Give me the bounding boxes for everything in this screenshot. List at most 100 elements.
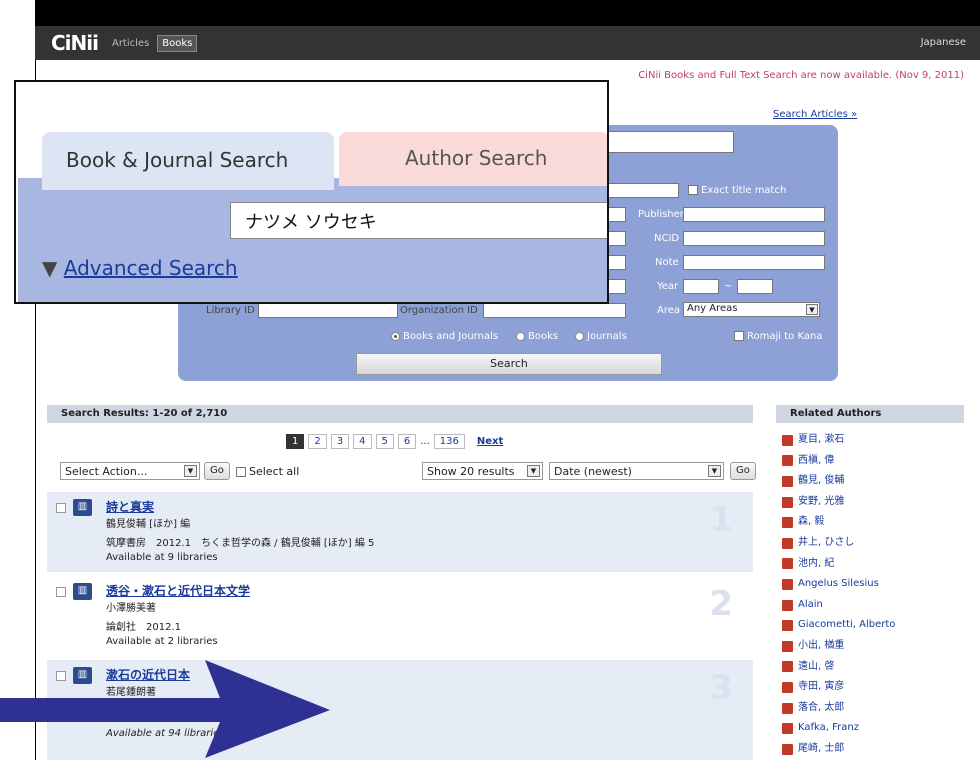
library-id-label: Library ID — [206, 305, 255, 316]
select-action-dropdown[interactable]: Select Action... ▼ — [60, 462, 200, 480]
romaji-label: Romaji to Kana — [747, 331, 823, 342]
field-a[interactable] — [608, 207, 626, 222]
author-item[interactable]: 遠山, 啓 — [782, 657, 895, 678]
page-6[interactable]: 6 — [397, 434, 417, 449]
callout-background — [18, 178, 607, 302]
person-icon — [782, 702, 793, 714]
result-item: ▥ 透谷・漱石と近代日本文学 小澤勝美著 論創社 2012.1 Availabl… — [47, 576, 753, 656]
person-icon — [782, 517, 793, 529]
search-button[interactable]: Search — [356, 353, 662, 375]
tab-book-journal-search[interactable]: Book & Journal Search — [42, 132, 334, 190]
person-icon — [782, 475, 793, 487]
related-authors-header: Related Authors — [776, 405, 964, 423]
author-item[interactable]: 井上, ひさし — [782, 533, 895, 554]
note-label: Note — [655, 257, 679, 268]
ncid-field[interactable] — [683, 231, 825, 246]
romaji-checkbox[interactable] — [734, 331, 744, 341]
next-page-link[interactable]: Next — [477, 436, 503, 447]
sort-dropdown[interactable]: Date (newest) ▼ — [549, 462, 724, 480]
advanced-search-toggle[interactable]: ▼ Advanced Search — [42, 256, 238, 280]
author-item[interactable]: 夏目, 漱石 — [782, 430, 895, 451]
sort-go-button[interactable]: Go — [730, 462, 756, 480]
radio-books-journals[interactable] — [391, 331, 400, 341]
exact-title-label: Exact title match — [701, 185, 787, 196]
field-c[interactable] — [608, 255, 626, 270]
dropdown-arrow-icon: ▼ — [184, 465, 197, 477]
author-item[interactable]: 落合, 太郎 — [782, 698, 895, 719]
item-number: 3 — [709, 668, 733, 708]
author-item[interactable]: 池内, 紀 — [782, 554, 895, 575]
author-item[interactable]: Giacometti, Alberto — [782, 615, 895, 636]
library-id-field[interactable] — [258, 303, 398, 318]
person-icon — [782, 723, 793, 735]
item-checkbox[interactable] — [56, 587, 66, 597]
page-3[interactable]: 3 — [330, 434, 350, 449]
publisher-label: Publisher — [638, 209, 684, 220]
field-d[interactable] — [608, 279, 626, 294]
related-authors-list: 夏目, 漱石 西槇, 偉 鶴見, 俊輔 安野, 光雅 森, 毅 井上, ひさし … — [782, 430, 895, 760]
ncid-label: NCID — [654, 233, 680, 244]
radio-books[interactable] — [516, 331, 525, 341]
results-count-dropdown[interactable]: Show 20 results ▼ — [422, 462, 543, 480]
notice-text: CiNii Books and Full Text Search are now… — [638, 70, 964, 81]
nav-articles-link[interactable]: Articles — [112, 38, 149, 49]
year-to-field[interactable] — [737, 279, 773, 294]
page-ellipsis: ... — [420, 436, 430, 447]
select-all[interactable]: Select all — [236, 465, 299, 478]
person-icon — [782, 496, 793, 508]
person-icon — [782, 434, 793, 446]
book-icon: ▥ — [73, 583, 92, 600]
language-link[interactable]: Japanese — [921, 37, 966, 48]
page-1[interactable]: 1 — [286, 434, 305, 449]
item-availability: Available at 9 libraries — [106, 552, 218, 563]
radio-books-label: Books — [528, 331, 559, 342]
select-all-checkbox[interactable] — [236, 467, 246, 477]
person-icon — [782, 455, 793, 467]
year-sep: ~ — [724, 281, 733, 292]
author-item[interactable]: 小出, 楢重 — [782, 636, 895, 657]
author-item[interactable]: 森, 毅 — [782, 512, 895, 533]
author-item[interactable]: Alain — [782, 595, 895, 616]
annotation-arrow-icon — [0, 660, 330, 758]
author-item[interactable]: Kafka, Franz — [782, 718, 895, 739]
dropdown-arrow-icon: ▼ — [527, 465, 540, 477]
top-bar — [0, 0, 980, 26]
field-b[interactable] — [608, 231, 626, 246]
note-field[interactable] — [683, 255, 825, 270]
author-item[interactable]: 鶴見, 俊輔 — [782, 471, 895, 492]
tab-author-search[interactable]: Author Search — [339, 132, 607, 186]
action-go-button[interactable]: Go — [204, 462, 230, 480]
author-item[interactable]: 尾崎, 士郎 — [782, 739, 895, 760]
radio-journals[interactable] — [575, 331, 584, 341]
author-item[interactable]: Angelus Silesius — [782, 574, 895, 595]
author-item[interactable]: 安野, 光雅 — [782, 492, 895, 513]
page-4[interactable]: 4 — [353, 434, 372, 449]
author-item[interactable]: 寺田, 寅彦 — [782, 677, 895, 698]
arrow-shape — [0, 660, 330, 758]
organization-id-field[interactable] — [483, 303, 626, 318]
item-title-link[interactable]: 透谷・漱石と近代日本文学 — [106, 582, 250, 599]
item-number: 2 — [709, 584, 733, 624]
year-from-field[interactable] — [683, 279, 719, 294]
result-item: ▥ 詩と真実 鶴見俊輔 [ほか] 編 筑摩書房 2012.1 ちくま哲学の森 /… — [47, 492, 753, 572]
pagination: 1 2 3 4 5 6 ... 136 Next — [286, 434, 503, 449]
select-all-label: Select all — [249, 465, 300, 478]
page-5[interactable]: 5 — [375, 434, 394, 449]
area-select[interactable]: Any Areas ▼ — [683, 302, 820, 317]
item-author: 小澤勝美著 — [106, 603, 156, 614]
item-number: 1 — [709, 500, 733, 540]
advanced-search-link[interactable]: Advanced Search — [64, 256, 238, 280]
search-articles-link[interactable]: Search Articles » — [773, 109, 857, 120]
exact-title-checkbox[interactable] — [688, 185, 698, 195]
person-icon — [782, 640, 793, 652]
item-title-link[interactable]: 詩と真実 — [106, 498, 154, 515]
item-checkbox[interactable] — [56, 503, 66, 513]
page-2[interactable]: 2 — [308, 434, 327, 449]
nav-books-button[interactable]: Books — [157, 34, 198, 52]
person-icon — [782, 599, 793, 611]
author-item[interactable]: 西槇, 偉 — [782, 451, 895, 472]
publisher-field[interactable] — [683, 207, 825, 222]
page-last[interactable]: 136 — [433, 434, 465, 449]
keyword-input[interactable]: ナツメ ソウセキ — [230, 202, 607, 239]
cinii-logo[interactable]: CiNii — [51, 31, 99, 55]
